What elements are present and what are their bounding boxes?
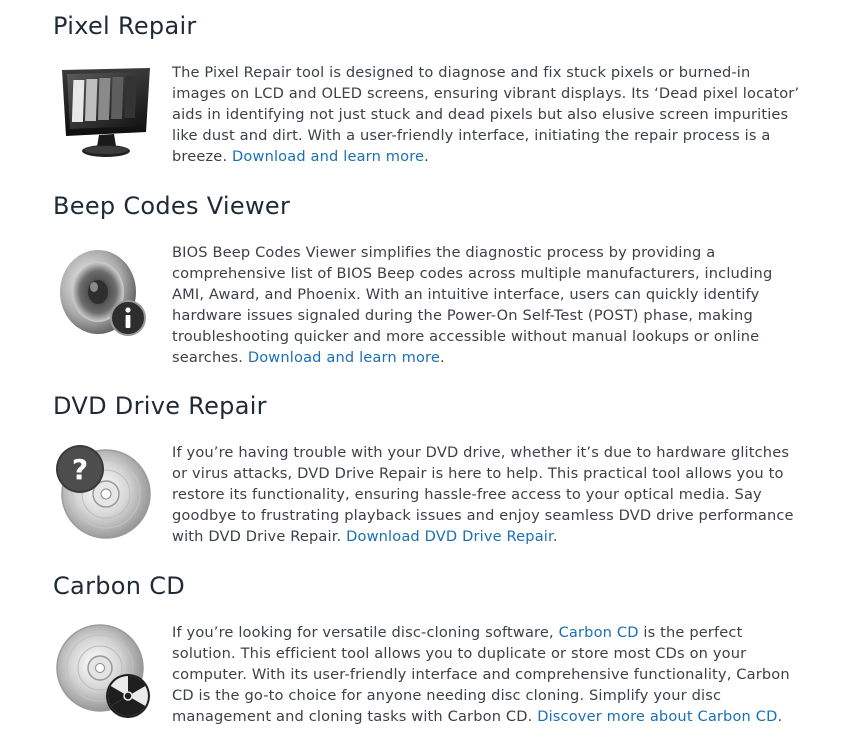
section-title: DVD Drive Repair bbox=[53, 392, 267, 420]
section-description: If you’re having trouble with your DVD d… bbox=[172, 444, 794, 545]
download-link[interactable]: Download DVD Drive Repair bbox=[346, 528, 553, 545]
download-link[interactable]: Download and learn more bbox=[232, 148, 424, 165]
speaker-info-icon bbox=[60, 250, 146, 336]
section-description: If you’re looking for versatile disc-clo… bbox=[172, 624, 790, 725]
section-description: The Pixel Repair tool is designed to dia… bbox=[172, 64, 800, 165]
download-link[interactable]: Download and learn more bbox=[248, 349, 440, 366]
section-description: BIOS Beep Codes Viewer simplifies the di… bbox=[172, 244, 773, 366]
section-title: Beep Codes Viewer bbox=[53, 192, 291, 220]
disc-question-icon: ? bbox=[56, 445, 151, 539]
page: Pixel Repair The Pixel Repair tool is de… bbox=[0, 0, 868, 742]
disc-radiation-icon bbox=[56, 624, 150, 718]
monitor-icon bbox=[62, 68, 150, 157]
discover-more-link[interactable]: Discover more about Carbon CD bbox=[537, 708, 777, 725]
section-title: Carbon CD bbox=[53, 572, 186, 600]
carbon-cd-link[interactable]: Carbon CD bbox=[559, 624, 639, 641]
svg-text:?: ? bbox=[72, 453, 88, 486]
section-title: Pixel Repair bbox=[53, 12, 197, 40]
